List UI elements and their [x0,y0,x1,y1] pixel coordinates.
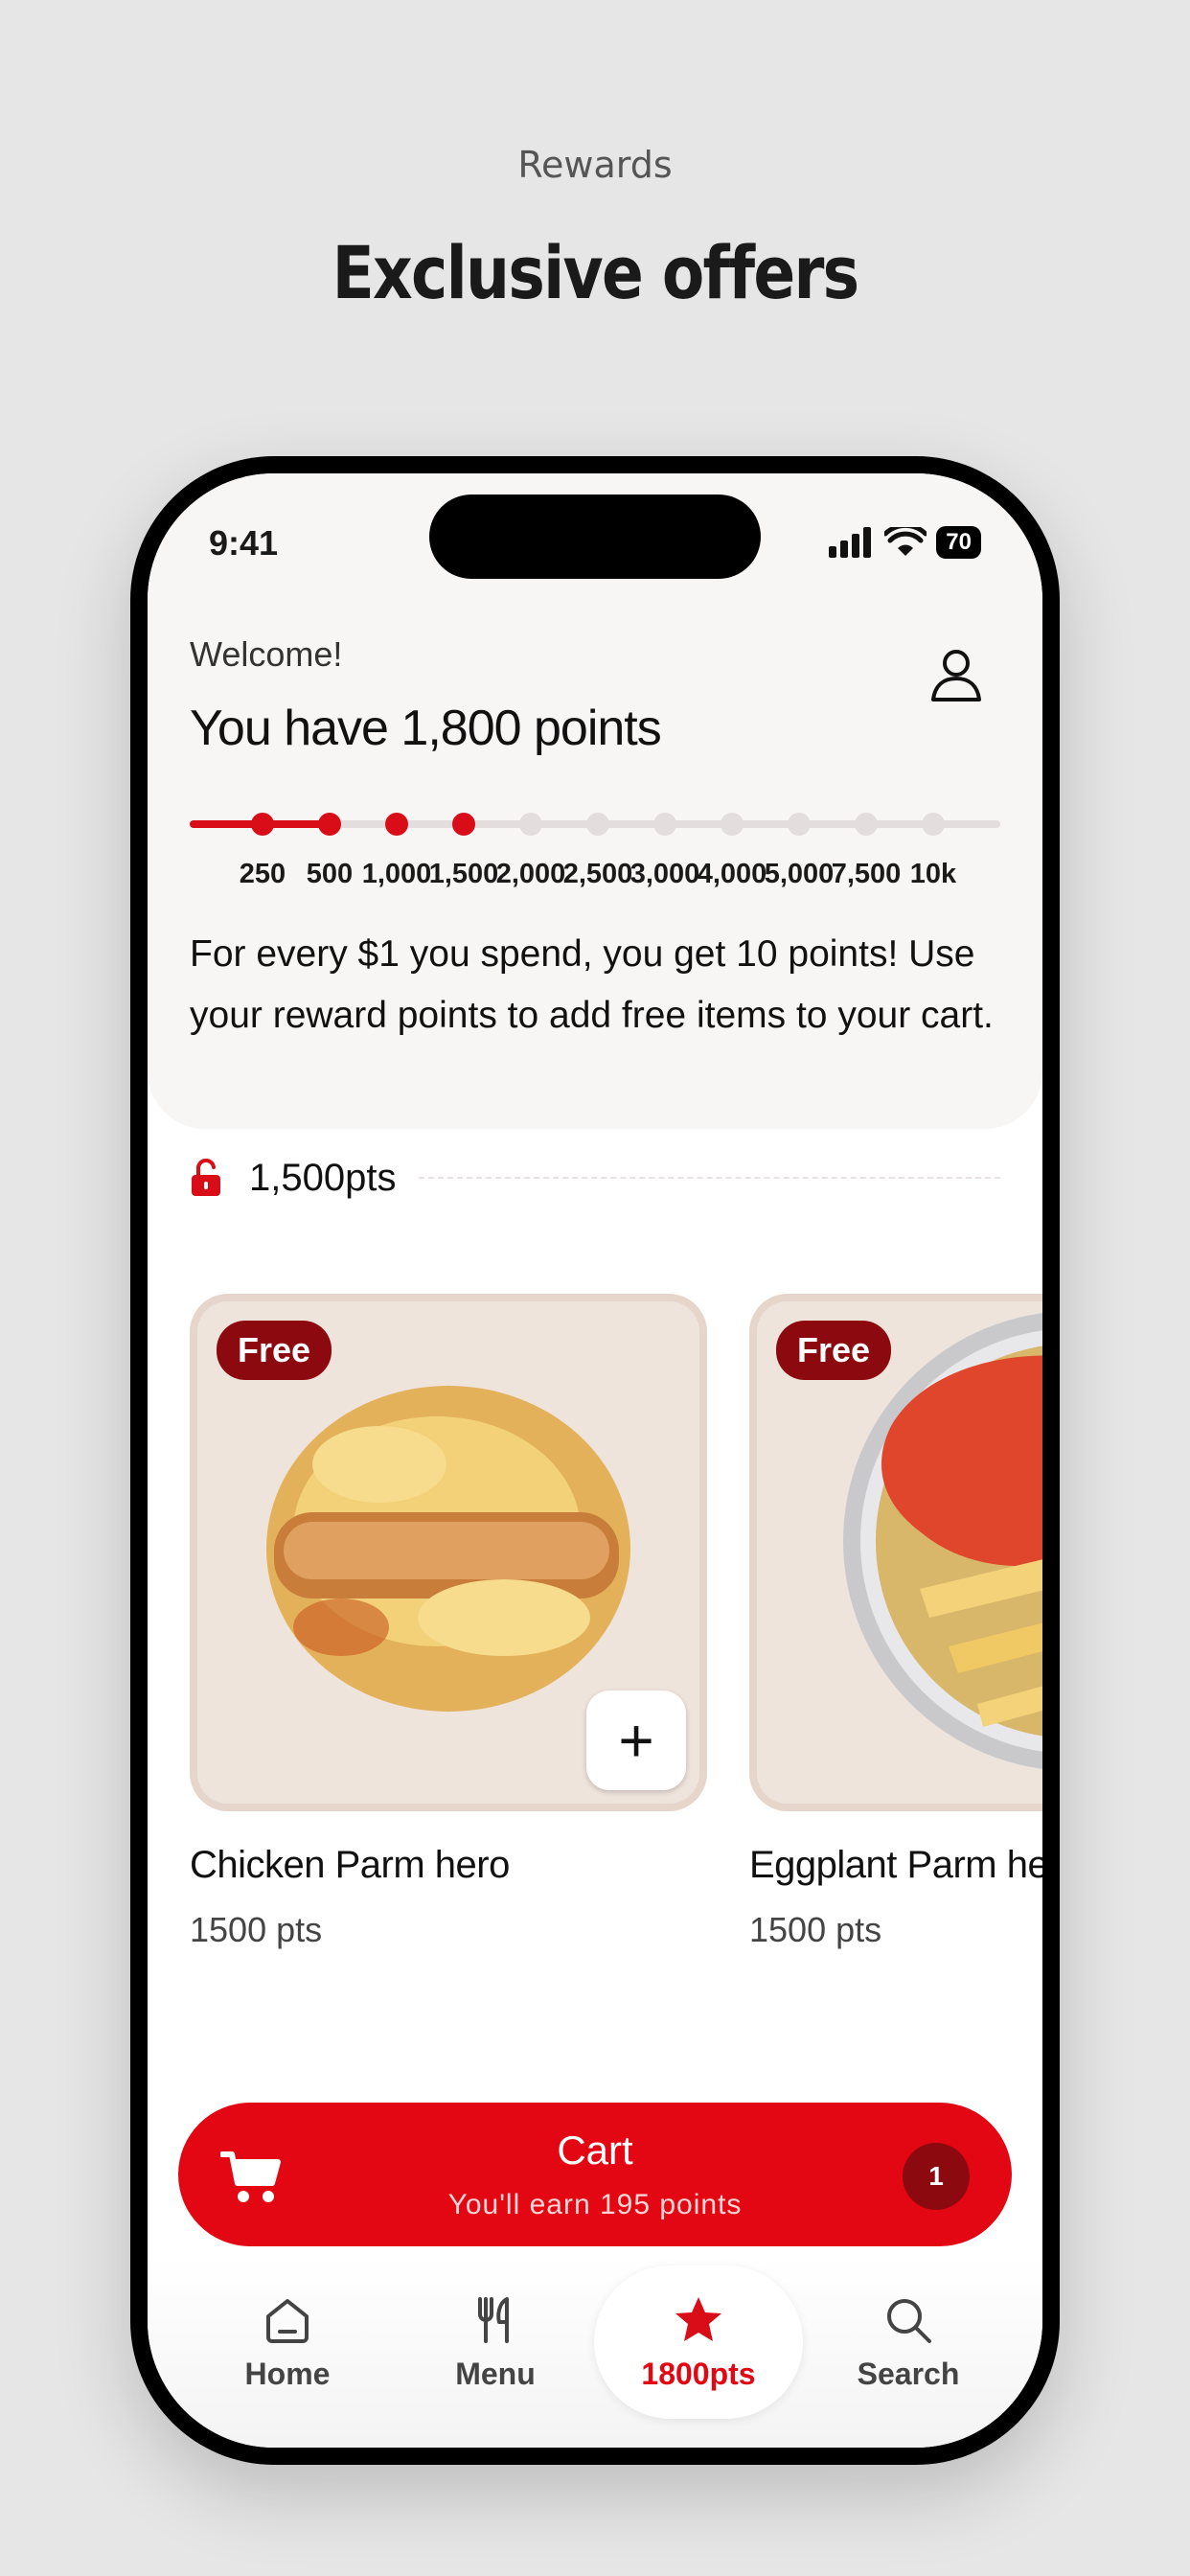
points-progress: 250 500 1,000 1,500 2,000 2,500 3,000 4,000 5,00… [190,807,1000,893]
milestone-dot [519,813,542,836]
milestone-dot [586,813,609,836]
status-time: 9:41 [209,523,279,563]
nav-home[interactable]: Home [183,2266,392,2419]
item-name: Eggplant Parm hero [749,1844,1042,1886]
cart-button[interactable]: Cart You'll earn 195 points 1 [178,2103,1012,2246]
milestone-dot [855,813,878,836]
nav-search-label: Search [857,2356,960,2391]
signal-icon [829,527,872,558]
nav-menu-label: Menu [455,2356,536,2391]
milestone-label: 2,500 [562,859,633,889]
nav-home-label: Home [244,2356,331,2391]
status-icons: 70 [829,523,981,562]
home-icon [266,2298,309,2343]
milestone-label: 4,000 [697,859,767,889]
profile-icon[interactable] [927,646,985,703]
utensils-icon [478,2296,509,2343]
app-screen: 9:41 70 Welcome! You have 1,800 points 2… [148,473,1042,2448]
free-badge: Free [217,1321,332,1380]
milestone-dot [318,813,341,836]
milestone-label: 1,500 [428,859,499,889]
food-image: Free + [190,1294,707,1811]
cart-subtitle: You'll earn 195 points [447,2189,743,2220]
milestone-dot [251,813,274,836]
milestone-label: 2,000 [495,859,566,889]
milestone-dot [922,813,945,836]
milestone-label: 250 [239,859,286,889]
reward-card[interactable]: Free Eggplant Parm hero 1500 pts [749,1294,1042,1950]
milestone-label: 1,000 [361,859,432,889]
food-image: Free [749,1294,1042,1811]
rewards-header: 9:41 70 Welcome! You have 1,800 points 2… [148,473,1042,1129]
nav-rewards[interactable]: 1800pts [594,2266,803,2419]
tier-label: 1,500pts [249,1156,397,1199]
welcome-text: Welcome! [190,634,343,674]
battery-indicator: 70 [936,526,981,559]
milestone-label: 3,000 [629,859,700,889]
milestone-label: 10k [909,859,957,889]
dynamic-island [429,494,761,579]
milestone-label: 7,500 [831,859,902,889]
nav-rewards-label: 1800pts [641,2356,756,2391]
item-points: 1500 pts [190,1910,323,1949]
free-badge: Free [776,1321,892,1380]
reward-card[interactable]: Free + Chicken Parm hero 1500 pts [190,1294,707,1950]
milestone-dot [385,813,408,836]
search-icon [887,2298,931,2343]
wifi-icon [884,527,927,556]
bottom-nav: Home Menu 1800pts Search [148,2256,1042,2448]
cart-title: Cart [557,2128,633,2173]
nav-search[interactable]: Search [804,2266,1013,2419]
unlock-icon [192,1159,220,1196]
points-title: You have 1,800 points [190,701,662,756]
item-points: 1500 pts [749,1910,882,1949]
page-eyebrow: Rewards [517,144,673,186]
page-headline: Exclusive offers [332,230,859,315]
reward-tier-header: 1,500pts [190,1144,1000,1211]
milestone-dot [653,813,676,836]
milestone-label: 500 [306,859,354,889]
milestone-label: 5,000 [764,859,835,889]
star-icon [675,2296,721,2341]
milestone-dot [721,813,744,836]
add-to-cart-button[interactable]: + [586,1690,686,1790]
milestone-dot [788,813,811,836]
points-info: For every $1 you spend, you get 10 point… [190,933,994,1036]
nav-menu[interactable]: Menu [391,2266,600,2419]
milestone-dot [452,813,475,836]
item-name: Chicken Parm hero [190,1844,510,1886]
cart-count-badge: 1 [903,2143,970,2210]
tier-divider [419,1177,1000,1179]
